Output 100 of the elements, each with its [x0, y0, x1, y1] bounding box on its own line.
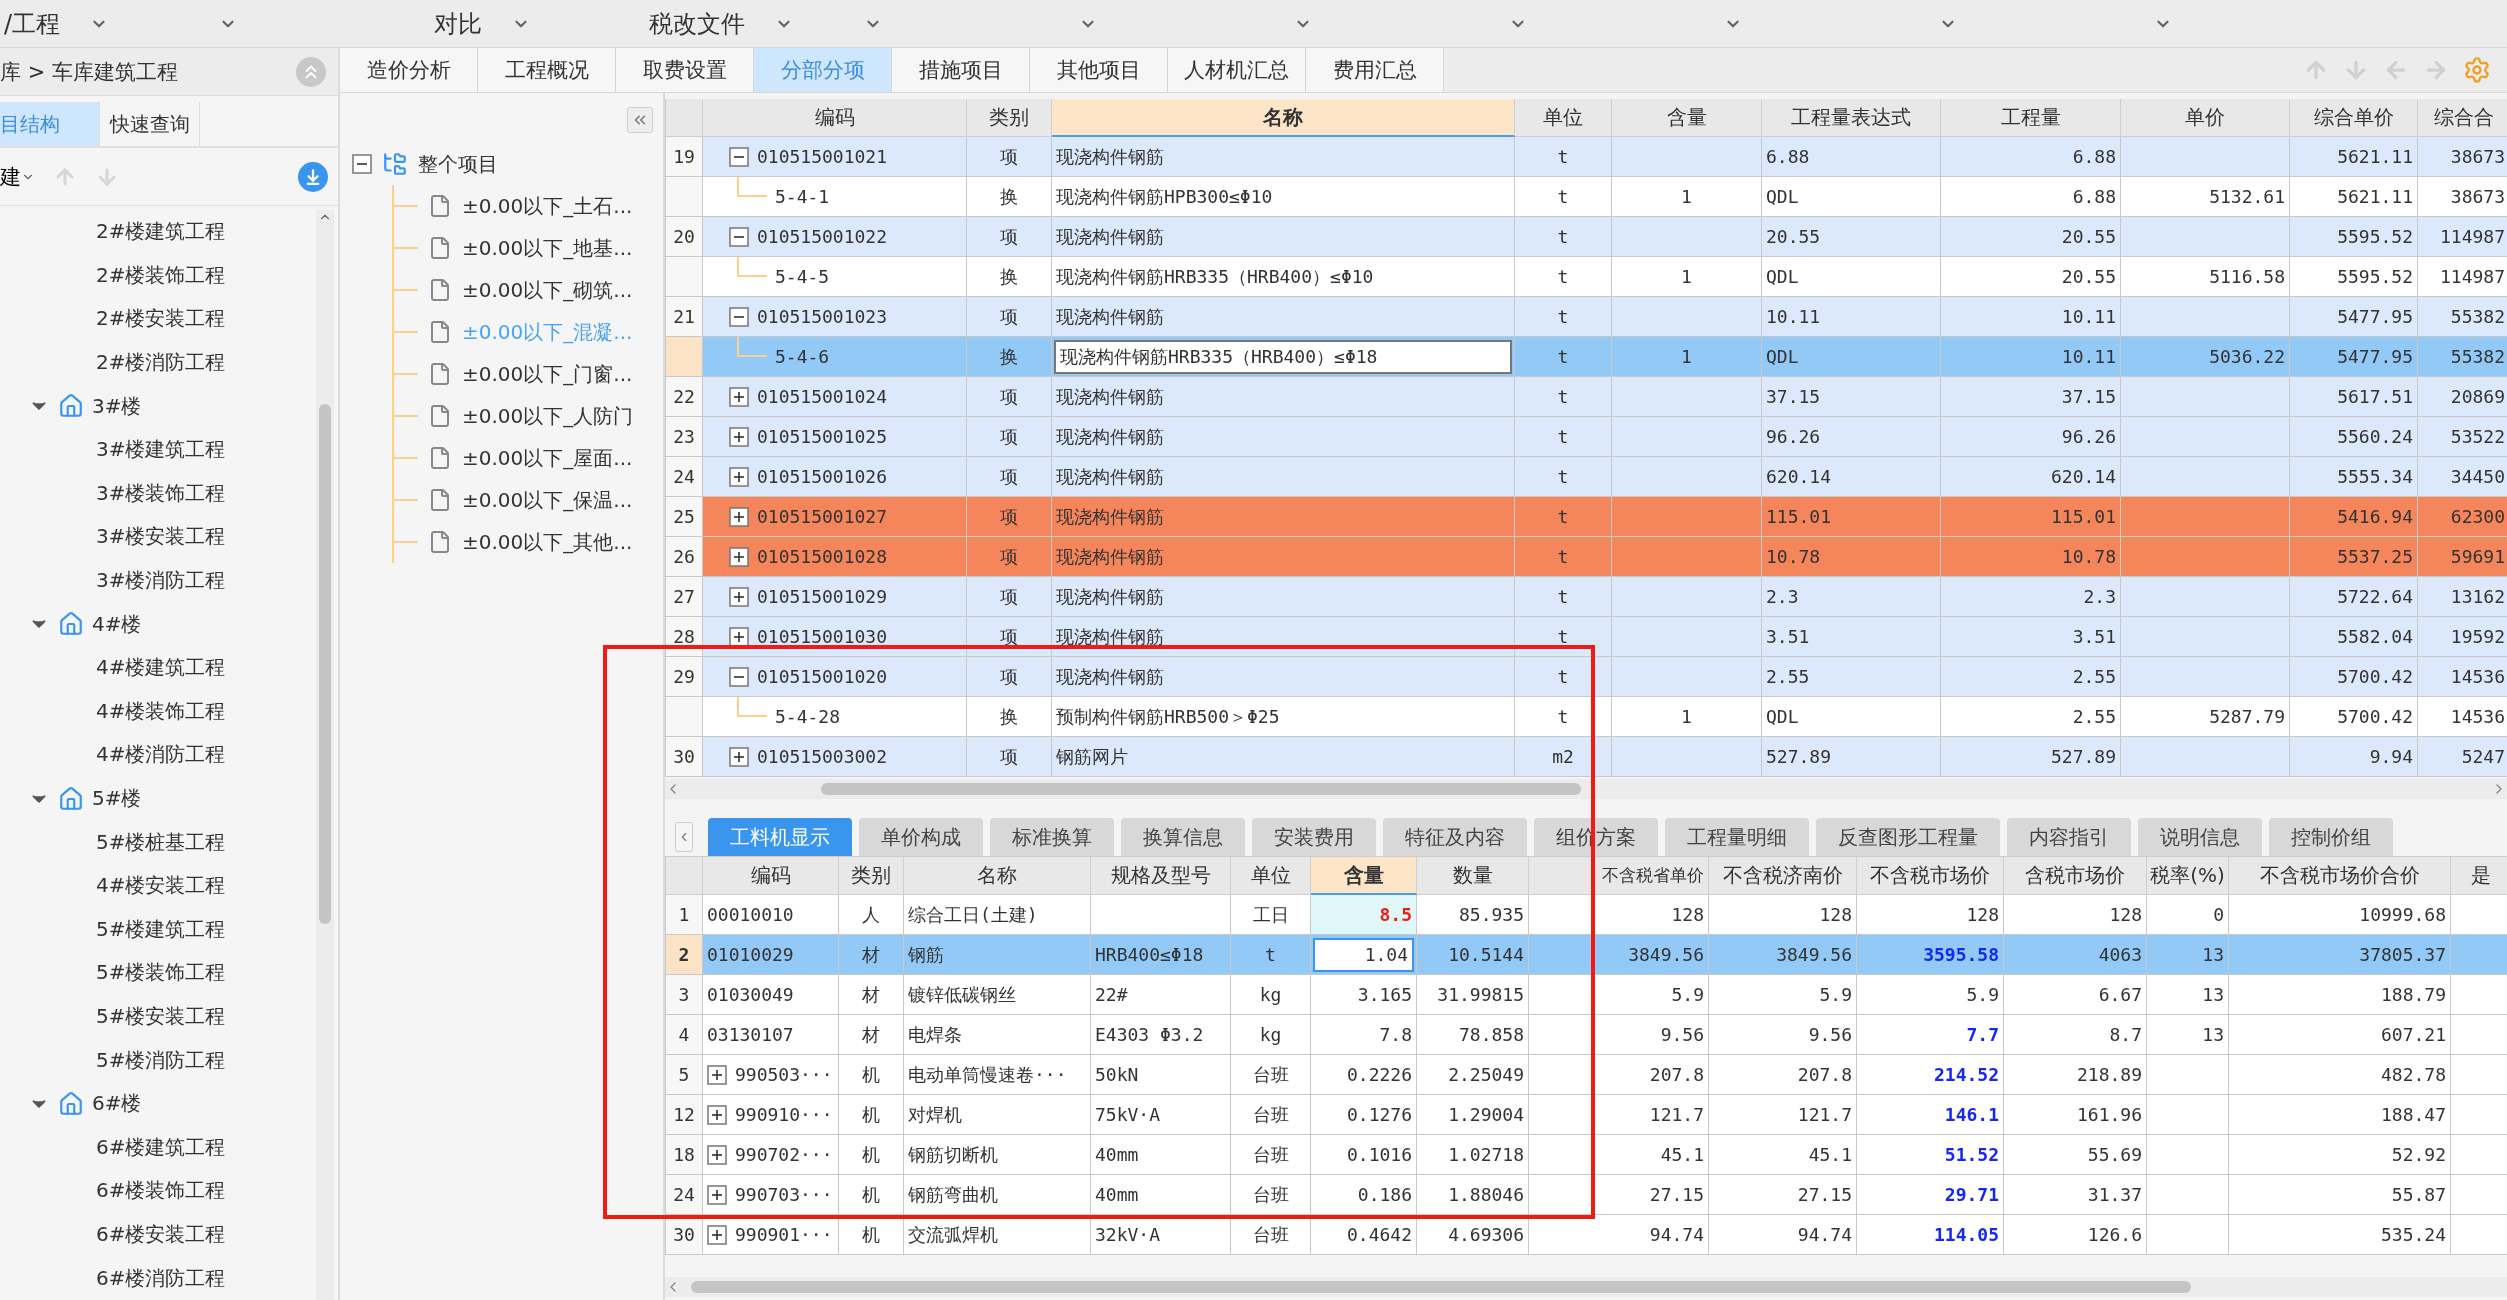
expand-icon[interactable] [707, 1224, 727, 1245]
tree-item[interactable]: 6#楼建筑工程 [96, 1133, 226, 1161]
expand-icon[interactable] [707, 1064, 727, 1085]
column-header[interactable]: 不含税市场价 [1857, 857, 2004, 895]
column-header[interactable]: 综合合 [2418, 99, 2507, 137]
tree-item[interactable]: 6#楼 [92, 1090, 142, 1118]
column-header[interactable]: 类别 [839, 857, 904, 895]
tree-item[interactable]: 4#楼建筑工程 [96, 654, 226, 682]
collapse-icon[interactable] [729, 226, 749, 247]
expand-icon[interactable] [729, 426, 749, 447]
tree-item[interactable]: 2#楼消防工程 [96, 349, 226, 377]
tree-item[interactable]: ±0.00以下_屋面... [462, 444, 633, 472]
column-header[interactable]: 规格及型号 [1091, 857, 1231, 895]
column-header[interactable]: 含量 [1612, 99, 1762, 137]
column-header[interactable]: 含税市场价 [2004, 857, 2147, 895]
tab[interactable]: 其他项目 [1030, 48, 1168, 92]
content-field[interactable]: 1.04 [1311, 935, 1417, 975]
scrollbar[interactable] [316, 210, 334, 1300]
tab[interactable]: 内容指引 [2007, 818, 2131, 856]
expand-icon[interactable] [729, 626, 749, 647]
tree-item[interactable]: 4#楼消防工程 [96, 741, 226, 769]
column-header[interactable]: 不含税省单价 [1529, 857, 1709, 895]
tree-item[interactable]: 3#楼建筑工程 [96, 436, 226, 464]
tab[interactable]: 标准换算 [990, 818, 1114, 856]
column-header[interactable]: 工程量表达式 [1762, 99, 1941, 137]
tree-item[interactable]: ±0.00以下_保温... [462, 486, 633, 514]
column-header[interactable]: 是 [2451, 857, 2507, 895]
name-cell[interactable]: 现浇构件钢筋HRB335（HRB400）≤Φ18 [1052, 337, 1515, 377]
expand-icon[interactable] [707, 1184, 727, 1205]
tree-item[interactable]: ±0.00以下_其他... [462, 528, 633, 556]
tree-item[interactable]: 4#楼 [92, 610, 142, 638]
expand-icon[interactable] [729, 546, 749, 567]
collapse-icon[interactable] [729, 666, 749, 687]
column-header[interactable]: 单位 [1515, 99, 1612, 137]
tree-item[interactable]: 4#楼装饰工程 [96, 697, 226, 725]
tree-item[interactable]: 6#楼消防工程 [96, 1264, 226, 1292]
column-header[interactable]: 工程量 [1941, 99, 2121, 137]
tab[interactable]: 单价构成 [859, 818, 983, 856]
column-header[interactable]: 数量 [1417, 857, 1529, 895]
tree-item[interactable]: ±0.00以下_砌筑... [462, 276, 633, 304]
collapse-icon[interactable] [729, 146, 749, 167]
collapse-icon[interactable] [352, 154, 372, 174]
tree-item[interactable]: 6#楼安装工程 [96, 1220, 226, 1248]
tree-item[interactable]: 5#楼消防工程 [96, 1046, 226, 1074]
tab[interactable]: 安装费用 [1252, 818, 1376, 856]
tree-item[interactable]: 5#楼建筑工程 [96, 915, 226, 943]
tab[interactable]: 造价分析 [340, 48, 478, 92]
column-header[interactable]: 单价 [2121, 99, 2290, 137]
tree-item[interactable]: ±0.00以下_门窗... [462, 360, 633, 388]
column-header[interactable]: 名称 [1052, 99, 1515, 137]
tree-item[interactable]: 整个项目 [418, 150, 498, 178]
tree-item[interactable]: 5#楼桩基工程 [96, 828, 226, 856]
collapse-icon[interactable] [729, 306, 749, 327]
expand-icon[interactable] [729, 586, 749, 607]
tree-item[interactable]: 2#楼安装工程 [96, 305, 226, 333]
new-button[interactable]: 建 [0, 162, 35, 191]
scrollbar[interactable] [665, 779, 2507, 799]
scrollbar[interactable] [665, 1277, 2507, 1297]
tree-item[interactable]: 5#楼安装工程 [96, 1003, 226, 1030]
column-header[interactable]: 名称 [904, 857, 1091, 895]
tree-item[interactable]: ±0.00以下_人防门 [462, 402, 634, 430]
tree-item[interactable]: 2#楼装饰工程 [96, 261, 226, 289]
tree-item[interactable]: 5#楼 [92, 785, 142, 812]
tab[interactable]: 换算信息 [1121, 818, 1245, 856]
tree-item[interactable]: 3#楼安装工程 [96, 523, 226, 551]
tree-item[interactable]: 5#楼装饰工程 [96, 959, 226, 987]
column-header[interactable]: 含量 [1311, 857, 1417, 895]
tree-item[interactable]: 6#楼装饰工程 [96, 1177, 226, 1205]
toolbar-menu[interactable]: 税改文件 [649, 7, 745, 40]
column-header[interactable]: 不含税市场价合价 [2229, 857, 2451, 895]
tab[interactable]: 工程概况 [478, 48, 616, 92]
tree-item[interactable]: 3#楼装饰工程 [96, 479, 226, 507]
expand-icon[interactable] [729, 746, 749, 767]
tree-item[interactable]: 3#楼消防工程 [96, 567, 226, 595]
expand-icon[interactable] [729, 466, 749, 487]
column-header[interactable]: 类别 [967, 99, 1052, 137]
expand-icon[interactable] [707, 1104, 727, 1125]
tree-item[interactable]: ±0.00以下_地基... [462, 234, 633, 262]
tab[interactable]: 取费设置 [616, 48, 754, 92]
expand-icon[interactable] [729, 386, 749, 407]
tab[interactable]: 人材机汇总 [1168, 48, 1306, 92]
tab[interactable]: 说明信息 [2138, 818, 2262, 856]
tree-item[interactable]: 4#楼安装工程 [96, 872, 226, 900]
expand-icon[interactable] [707, 1144, 727, 1165]
tree-item[interactable]: 2#楼建筑工程 [96, 218, 226, 246]
tab[interactable]: 控制价组 [2269, 818, 2393, 856]
toolbar-menu[interactable]: 对比 [434, 7, 482, 40]
tab[interactable]: 反查图形工程量 [1816, 818, 2000, 856]
expand-icon[interactable] [729, 506, 749, 527]
tab[interactable]: 工程量明细 [1665, 818, 1809, 856]
tab[interactable]: 特征及内容 [1383, 818, 1527, 856]
column-header[interactable]: 编码 [703, 857, 839, 895]
column-header[interactable]: 综合单价 [2290, 99, 2418, 137]
tree-item[interactable]: 3#楼 [92, 392, 142, 420]
tab[interactable]: 费用汇总 [1306, 48, 1444, 92]
column-header[interactable]: 税率(%) [2147, 857, 2229, 895]
toolbar-menu[interactable]: /工程 [4, 7, 61, 40]
column-header[interactable]: 不含税济南价 [1709, 857, 1857, 895]
tree-item[interactable]: ±0.00以下_土石... [462, 192, 633, 220]
tab[interactable]: 措施项目 [892, 48, 1030, 92]
